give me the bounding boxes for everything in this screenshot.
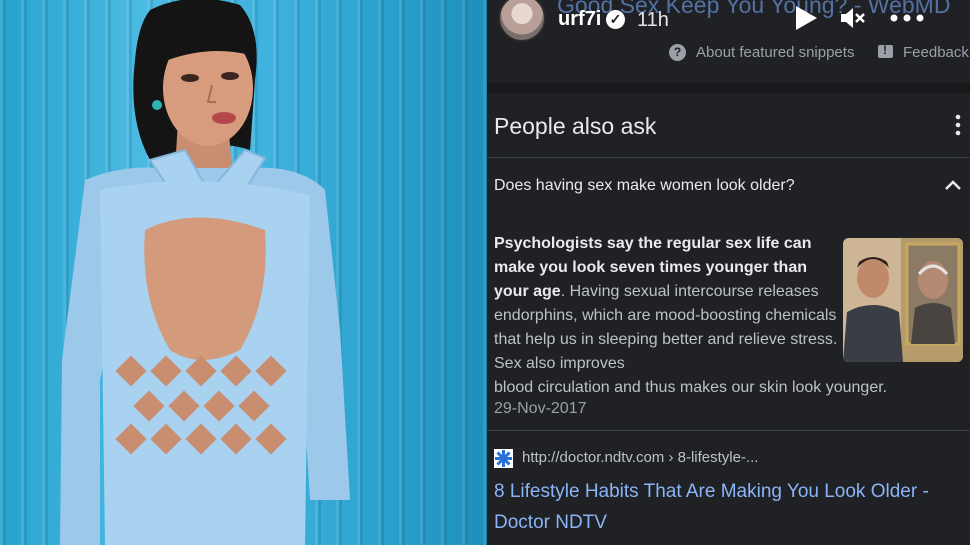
username[interactable]: urf7i: [558, 8, 601, 31]
verified-badge-icon: ✓: [606, 10, 625, 29]
story-timestamp: 11h: [637, 9, 669, 31]
answer-thumbnail[interactable]: [843, 238, 963, 362]
ndtv-favicon-icon: [494, 449, 513, 468]
featured-snippet-bar: ? About featured snippets Feedback: [487, 40, 970, 68]
feedback-link[interactable]: Feedback: [903, 44, 969, 61]
divider: [487, 157, 970, 158]
divider: [487, 430, 970, 431]
chevron-up-icon[interactable]: [944, 178, 962, 192]
result-title-link[interactable]: 8 Lifestyle Habits That Are Making You L…: [494, 476, 964, 538]
paa-question[interactable]: Does having sex make women look older?: [494, 177, 795, 195]
play-icon[interactable]: [794, 5, 818, 31]
answer-date: 29-Nov-2017: [494, 400, 587, 417]
story-header: Good Sex Keep You Young? - WebMD urf7i ✓…: [487, 0, 970, 42]
answer-text-continued: blood circulation and thus makes our ski…: [494, 379, 888, 396]
search-screenshot: Good Sex Keep You Young? - WebMD urf7i ✓…: [487, 0, 970, 545]
avatar[interactable]: [498, 0, 546, 42]
kebab-menu-icon[interactable]: [955, 114, 961, 136]
feedback-icon[interactable]: [878, 43, 893, 58]
featured-photo: [0, 0, 487, 545]
result-source-url[interactable]: http://doctor.ndtv.com › 8-lifestyle-...: [522, 449, 758, 466]
mute-icon[interactable]: [840, 6, 866, 30]
paa-answer: Psychologists say the regular sex life c…: [494, 232, 839, 376]
about-featured-snippets-link[interactable]: About featured snippets: [696, 44, 854, 61]
people-also-ask-title: People also ask: [494, 113, 657, 139]
person-figure: [60, 0, 350, 545]
section-divider: [487, 83, 970, 93]
more-options-icon[interactable]: [890, 8, 924, 28]
help-icon[interactable]: ?: [669, 44, 686, 61]
